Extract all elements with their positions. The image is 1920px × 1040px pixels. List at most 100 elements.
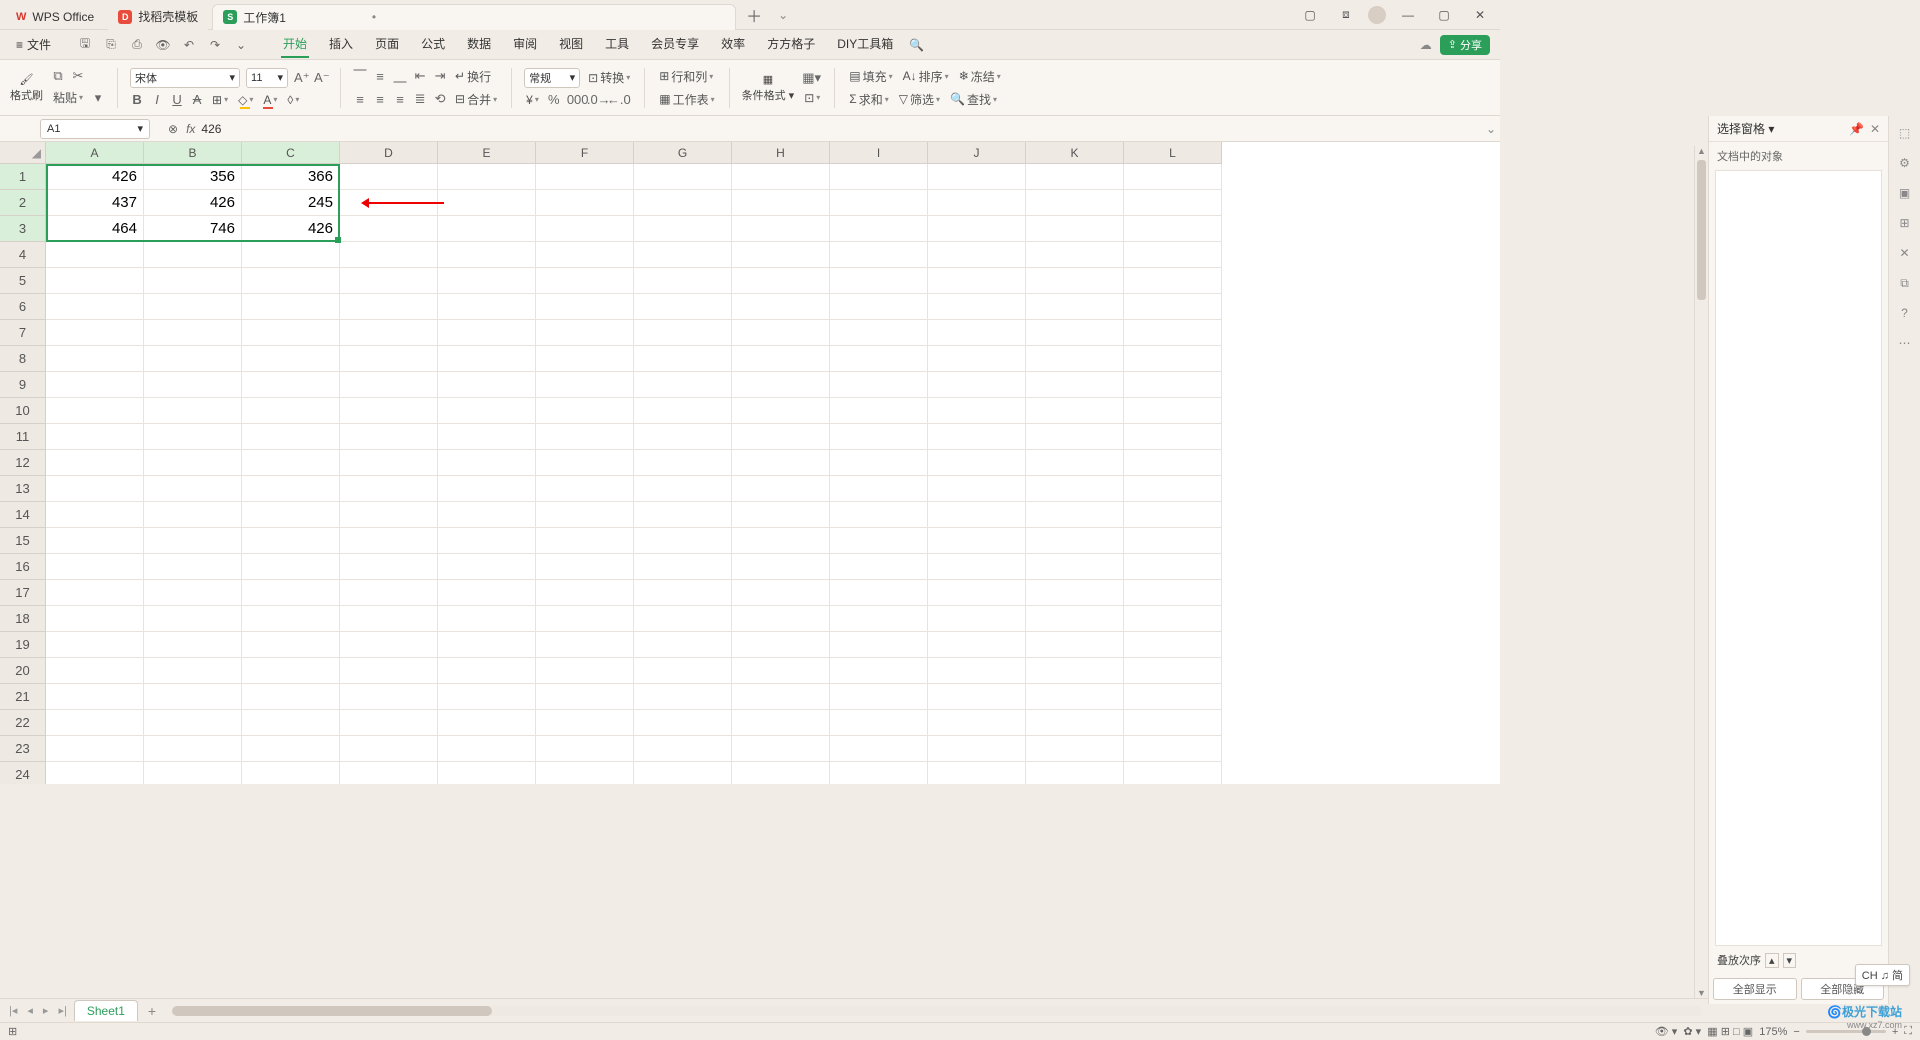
- cell[interactable]: [144, 346, 242, 372]
- cell[interactable]: 366: [242, 164, 340, 190]
- cell[interactable]: [536, 268, 634, 294]
- cell[interactable]: [438, 268, 536, 294]
- cell[interactable]: [340, 658, 438, 684]
- view-gear-icon[interactable]: ✿ ▾: [1683, 1025, 1701, 1038]
- cell[interactable]: [536, 216, 634, 242]
- view-pagebreak-icon[interactable]: ⊞: [1721, 1025, 1730, 1038]
- cell[interactable]: [536, 580, 634, 606]
- col-header-K[interactable]: K: [1026, 142, 1124, 164]
- col-header-E[interactable]: E: [438, 142, 536, 164]
- cell[interactable]: [536, 684, 634, 710]
- row-col-button[interactable]: ⊞行和列▾: [657, 67, 715, 86]
- cell[interactable]: [536, 736, 634, 762]
- cell[interactable]: [438, 320, 536, 346]
- cell[interactable]: [830, 398, 928, 424]
- row-header-17[interactable]: 17: [0, 580, 46, 606]
- cell[interactable]: [830, 450, 928, 476]
- tab-next-icon[interactable]: ▸: [40, 1004, 52, 1017]
- cell[interactable]: [1026, 710, 1124, 736]
- cell[interactable]: [340, 632, 438, 658]
- move-up-icon[interactable]: ▴: [1765, 953, 1779, 968]
- cond-format-button[interactable]: ▦ 条件格式 ▾: [742, 73, 795, 103]
- col-header-I[interactable]: I: [830, 142, 928, 164]
- cell[interactable]: [536, 632, 634, 658]
- cell[interactable]: [928, 346, 1026, 372]
- cell[interactable]: [46, 606, 144, 632]
- cell[interactable]: [1124, 450, 1222, 476]
- underline-icon[interactable]: U: [170, 92, 184, 107]
- cell[interactable]: [928, 398, 1026, 424]
- cell[interactable]: [46, 294, 144, 320]
- cell[interactable]: [928, 580, 1026, 606]
- cell[interactable]: [340, 164, 438, 190]
- cell[interactable]: [830, 346, 928, 372]
- cell[interactable]: [634, 632, 732, 658]
- align-left-icon[interactable]: ≡: [353, 92, 367, 107]
- cell[interactable]: [634, 658, 732, 684]
- cell[interactable]: [340, 398, 438, 424]
- menu-3[interactable]: 公式: [419, 31, 447, 58]
- tab-add[interactable]: ＋: [736, 3, 772, 27]
- row-header-5[interactable]: 5: [0, 268, 46, 294]
- cell[interactable]: [928, 190, 1026, 216]
- tab-prev-icon[interactable]: ◂: [24, 1004, 36, 1017]
- cell[interactable]: [340, 606, 438, 632]
- cell[interactable]: [1124, 476, 1222, 502]
- cell[interactable]: [144, 294, 242, 320]
- cell[interactable]: [634, 762, 732, 784]
- font-grow-icon[interactable]: A⁺: [294, 70, 308, 86]
- cell[interactable]: [340, 242, 438, 268]
- help-icon[interactable]: ?: [1896, 304, 1914, 322]
- file-menu[interactable]: ≡ 文件: [10, 34, 57, 55]
- align-middle-icon[interactable]: ≡: [373, 69, 387, 84]
- clear-format-icon[interactable]: ◊▾: [285, 92, 301, 108]
- cell[interactable]: [830, 684, 928, 710]
- cell[interactable]: [340, 762, 438, 784]
- number-format-select[interactable]: 常规▾: [524, 68, 580, 88]
- export-icon[interactable]: ⎘: [103, 37, 119, 52]
- cell[interactable]: [732, 372, 830, 398]
- cell[interactable]: [1026, 502, 1124, 528]
- cell[interactable]: [340, 320, 438, 346]
- cell[interactable]: [634, 320, 732, 346]
- cell[interactable]: [634, 528, 732, 554]
- cell[interactable]: [634, 190, 732, 216]
- cell[interactable]: [1026, 294, 1124, 320]
- cell[interactable]: [732, 736, 830, 762]
- cell[interactable]: [1124, 502, 1222, 528]
- align-right-icon[interactable]: ≡: [393, 92, 407, 107]
- col-header-B[interactable]: B: [144, 142, 242, 164]
- cell[interactable]: [242, 502, 340, 528]
- cell[interactable]: [634, 736, 732, 762]
- cell[interactable]: [438, 372, 536, 398]
- cell[interactable]: [144, 762, 242, 784]
- cell[interactable]: [144, 736, 242, 762]
- col-header-C[interactable]: C: [242, 142, 340, 164]
- select-icon[interactable]: ⬚: [1896, 124, 1914, 142]
- cell[interactable]: [340, 554, 438, 580]
- cell[interactable]: [1026, 242, 1124, 268]
- cell[interactable]: [1124, 164, 1222, 190]
- cell[interactable]: [536, 450, 634, 476]
- align-bottom-icon[interactable]: ⎽: [393, 68, 407, 84]
- cell[interactable]: [1124, 762, 1222, 784]
- font-shrink-icon[interactable]: A⁻: [314, 70, 328, 86]
- cell[interactable]: [340, 450, 438, 476]
- cell[interactable]: [144, 398, 242, 424]
- cell[interactable]: [46, 528, 144, 554]
- menu-6[interactable]: 视图: [557, 31, 585, 58]
- sort-button[interactable]: A↓排序▾: [901, 67, 951, 86]
- col-header-A[interactable]: A: [46, 142, 144, 164]
- cell[interactable]: [438, 242, 536, 268]
- row-header-19[interactable]: 19: [0, 632, 46, 658]
- search-icon[interactable]: 🔍: [909, 38, 924, 52]
- window-maximize[interactable]: ▢: [1430, 8, 1458, 22]
- cell[interactable]: [830, 320, 928, 346]
- pin-icon[interactable]: 📌: [1849, 122, 1864, 136]
- tab-workbook[interactable]: S 工作簿1 •: [212, 4, 736, 30]
- cell[interactable]: [46, 736, 144, 762]
- cell[interactable]: [46, 658, 144, 684]
- row-header-16[interactable]: 16: [0, 554, 46, 580]
- layers-icon[interactable]: ⧉: [1896, 274, 1914, 292]
- window-pip-icon[interactable]: ▢: [1296, 8, 1324, 22]
